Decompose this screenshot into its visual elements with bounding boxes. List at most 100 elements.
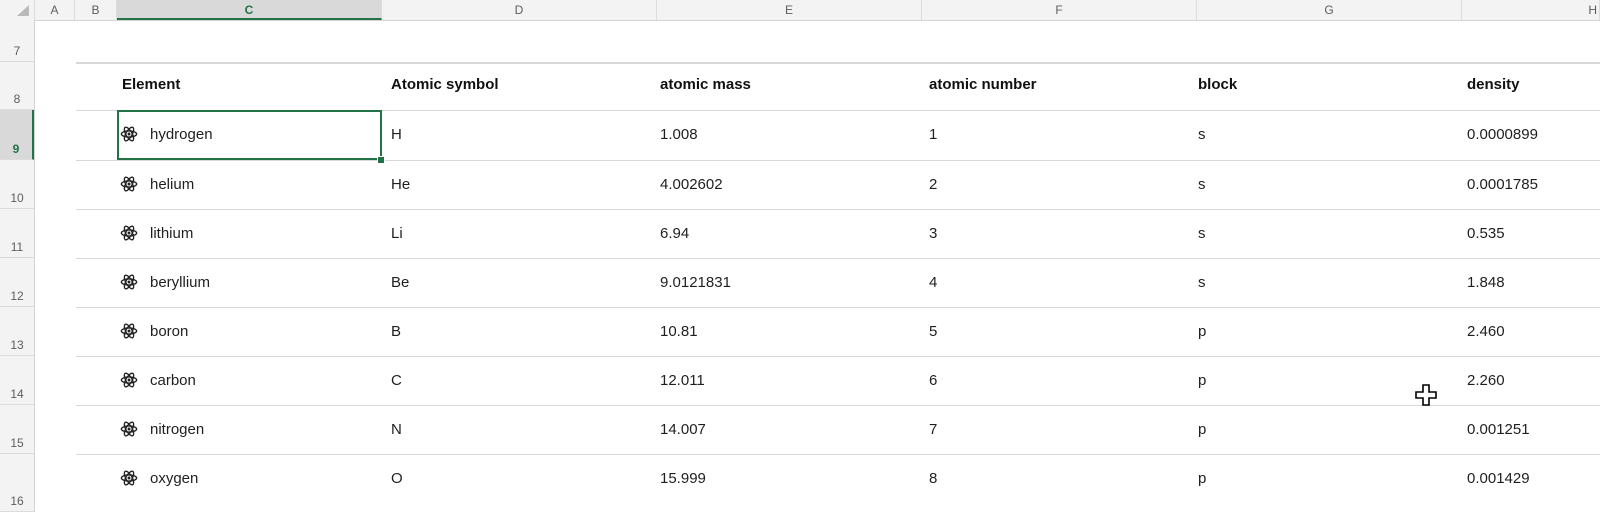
- atom-icon[interactable]: [120, 224, 138, 242]
- cell-block[interactable]: p: [1198, 323, 1206, 340]
- column-header-f[interactable]: F: [922, 0, 1197, 20]
- cell-atomic-number[interactable]: 2: [929, 176, 937, 193]
- row-header-11[interactable]: 11: [0, 209, 34, 258]
- row-divider: [76, 454, 1600, 455]
- cell-block[interactable]: p: [1198, 470, 1206, 487]
- select-all-corner[interactable]: [0, 0, 35, 20]
- cell-element[interactable]: nitrogen: [150, 421, 204, 438]
- column-header-h[interactable]: H: [1462, 0, 1600, 20]
- cell-element[interactable]: lithium: [150, 225, 193, 242]
- cell-atomic-mass[interactable]: 10.81: [660, 323, 698, 340]
- row-number: 7: [13, 44, 21, 58]
- row-divider: [76, 307, 1600, 308]
- atom-icon[interactable]: [120, 175, 138, 193]
- fill-handle[interactable]: [377, 156, 385, 164]
- cell-atomic-mass[interactable]: 9.0121831: [660, 274, 731, 291]
- row-divider: [76, 356, 1600, 357]
- column-header-bar: A B C D E F G H: [0, 0, 1600, 21]
- cell-atomic-number[interactable]: 1: [929, 126, 937, 143]
- cell-atomic-number[interactable]: 5: [929, 323, 937, 340]
- row-header-13[interactable]: 13: [0, 307, 34, 356]
- cell-atomic-mass[interactable]: 15.999: [660, 470, 706, 487]
- header-atomic-mass[interactable]: atomic mass: [660, 76, 751, 93]
- cell-density[interactable]: 1.848: [1467, 274, 1505, 291]
- column-header-d[interactable]: D: [382, 0, 657, 20]
- cell-density[interactable]: 2.460: [1467, 323, 1505, 340]
- column-header-g[interactable]: G: [1197, 0, 1462, 20]
- row-divider: [76, 160, 1600, 161]
- cell-atomic-symbol[interactable]: C: [391, 372, 402, 389]
- atom-icon[interactable]: [120, 469, 138, 487]
- cell-density[interactable]: 0.001251: [1467, 421, 1530, 438]
- cell-atomic-number[interactable]: 4: [929, 274, 937, 291]
- cell-density[interactable]: 0.001429: [1467, 470, 1530, 487]
- header-atomic-symbol[interactable]: Atomic symbol: [391, 76, 499, 93]
- column-header-e[interactable]: E: [657, 0, 922, 20]
- cell-atomic-number[interactable]: 6: [929, 372, 937, 389]
- cell-atomic-symbol[interactable]: Be: [391, 274, 409, 291]
- row-header-12[interactable]: 12: [0, 258, 34, 307]
- row-header-15[interactable]: 15: [0, 405, 34, 454]
- row-number: 10: [10, 191, 24, 205]
- cell-atomic-mass[interactable]: 6.94: [660, 225, 689, 242]
- cell-atomic-number[interactable]: 7: [929, 421, 937, 438]
- cell-atomic-symbol[interactable]: Li: [391, 225, 403, 242]
- atom-icon[interactable]: [120, 322, 138, 340]
- column-header-b[interactable]: B: [75, 0, 117, 20]
- cell-atomic-symbol[interactable]: O: [391, 470, 403, 487]
- atom-icon[interactable]: [120, 371, 138, 389]
- cell-atomic-number[interactable]: 8: [929, 470, 937, 487]
- header-atomic-number[interactable]: atomic number: [929, 76, 1037, 93]
- cell-block[interactable]: s: [1198, 126, 1206, 143]
- row-number: 8: [13, 92, 21, 106]
- cell-density[interactable]: 0.0000899: [1467, 126, 1538, 143]
- active-cell-selection: [117, 110, 382, 160]
- cell-atomic-mass[interactable]: 1.008: [660, 126, 698, 143]
- cell-atomic-symbol[interactable]: He: [391, 176, 410, 193]
- row-number: 11: [10, 240, 24, 254]
- row-number: 16: [10, 494, 24, 508]
- cell-atomic-mass[interactable]: 12.011: [660, 372, 705, 389]
- cell-block[interactable]: s: [1198, 274, 1206, 291]
- row-divider: [76, 209, 1600, 210]
- row-divider: [76, 405, 1600, 406]
- atom-icon[interactable]: [120, 420, 138, 438]
- cell-atomic-symbol[interactable]: B: [391, 323, 401, 340]
- row-number: 14: [10, 387, 24, 401]
- header-density[interactable]: density: [1467, 76, 1520, 93]
- row-header-bar: 7 8 9 10 11 12 13 14 15 16: [0, 20, 35, 512]
- row-number: 12: [10, 289, 24, 303]
- cell-atomic-symbol[interactable]: N: [391, 421, 402, 438]
- row-number: 9: [12, 142, 20, 156]
- header-element[interactable]: Element: [122, 76, 180, 93]
- row-number: 15: [10, 436, 24, 450]
- cell-element[interactable]: carbon: [150, 372, 196, 389]
- row-header-16[interactable]: 16: [0, 454, 34, 512]
- cell-block[interactable]: s: [1198, 176, 1206, 193]
- row-divider: [76, 258, 1600, 259]
- cell-atomic-mass[interactable]: 14.007: [660, 421, 706, 438]
- cell-density[interactable]: 2.260: [1467, 372, 1505, 389]
- atom-icon[interactable]: [120, 273, 138, 291]
- cell-atomic-number[interactable]: 3: [929, 225, 937, 242]
- row-header-7[interactable]: 7: [0, 20, 34, 62]
- cell-element[interactable]: boron: [150, 323, 188, 340]
- cell-density[interactable]: 0.0001785: [1467, 176, 1538, 193]
- cell-block[interactable]: p: [1198, 421, 1206, 438]
- row-header-14[interactable]: 14: [0, 356, 34, 405]
- cell-block[interactable]: p: [1198, 372, 1206, 389]
- row-header-10[interactable]: 10: [0, 160, 34, 209]
- cell-atomic-mass[interactable]: 4.002602: [660, 176, 723, 193]
- column-header-c[interactable]: C: [117, 0, 382, 20]
- cell-block[interactable]: s: [1198, 225, 1206, 242]
- cell-density[interactable]: 0.535: [1467, 225, 1505, 242]
- row-header-8[interactable]: 8: [0, 62, 34, 110]
- row-number: 13: [10, 338, 24, 352]
- header-block[interactable]: block: [1198, 76, 1237, 93]
- cell-atomic-symbol[interactable]: H: [391, 126, 402, 143]
- row-header-9[interactable]: 9: [0, 110, 34, 160]
- cell-element[interactable]: helium: [150, 176, 194, 193]
- cell-element[interactable]: beryllium: [150, 274, 210, 291]
- column-header-a[interactable]: A: [35, 0, 75, 20]
- cell-element[interactable]: oxygen: [150, 470, 198, 487]
